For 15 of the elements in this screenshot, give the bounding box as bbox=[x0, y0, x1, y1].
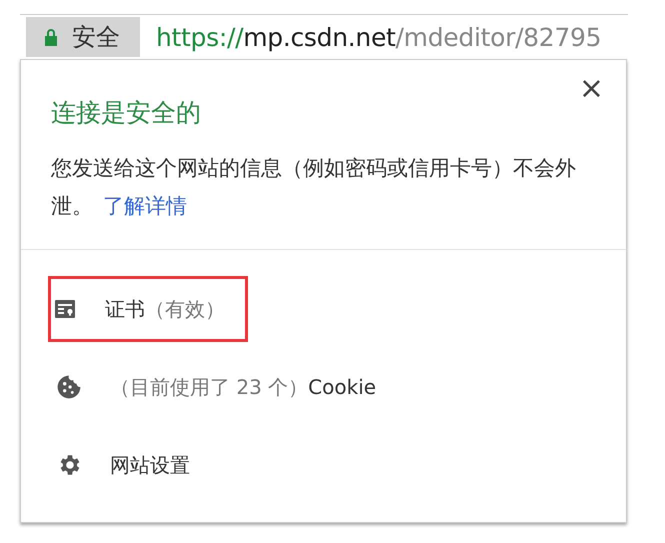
item-label: 证书（有效） bbox=[105, 296, 225, 322]
url-text[interactable]: https://mp.csdn.net/mdeditor/82795 bbox=[156, 22, 602, 52]
description-text: 您发送给这个网站的信息（例如密码或信用卡号）不会外泄。 了解详情 bbox=[51, 155, 577, 220]
menu-item[interactable]: （目前使用了 23 个）Cookie bbox=[51, 354, 400, 420]
menu-item[interactable]: 证书（有效） bbox=[48, 276, 248, 342]
popup-title: 连接是安全的 bbox=[51, 97, 201, 129]
security-chip[interactable]: 安全 bbox=[26, 17, 140, 57]
item-label: 网站设置 bbox=[110, 452, 190, 478]
certificate-icon bbox=[53, 297, 77, 321]
cookie-icon bbox=[56, 374, 82, 400]
lock-icon bbox=[44, 28, 58, 46]
menu-item[interactable]: 网站设置 bbox=[51, 432, 213, 498]
close-button[interactable]: × bbox=[574, 74, 608, 104]
learn-more-link[interactable]: 了解详情 bbox=[103, 194, 187, 218]
item-label: （目前使用了 23 个）Cookie bbox=[110, 374, 376, 400]
